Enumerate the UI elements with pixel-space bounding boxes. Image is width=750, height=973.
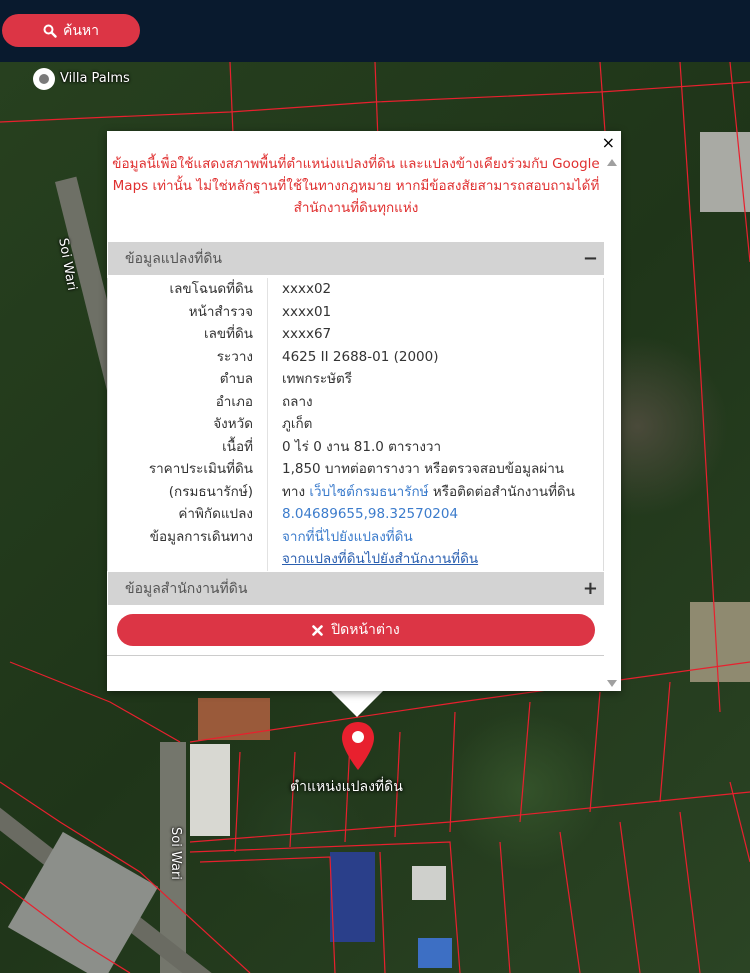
search-icon (43, 24, 57, 38)
route-to-office-link[interactable]: จากแปลงที่ดินไปยังสำนักงานที่ดิน (282, 548, 478, 571)
treasury-website-link[interactable]: เว็บไซต์กรมธนารักษ์ (309, 484, 428, 500)
table-row: หน้าสำรวจ xxxx01 (108, 300, 603, 323)
row-label: หน้าสำรวจ (108, 300, 268, 323)
road-label-lower: Soi Wari (168, 827, 183, 880)
row-label: ราคาประเมินที่ดิน (กรมธนารักษ์) (108, 458, 268, 503)
coordinates-link[interactable]: 8.04689655,98.32570204 (268, 503, 458, 526)
price-value-line2: ทาง เว็บไซต์กรมธนารักษ์ หรือติดต่อสำนักง… (282, 481, 575, 504)
table-row-route: ข้อมูลการเดินทาง จากที่นี่ไปยังแปลงที่ดิ… (108, 525, 603, 571)
table-row: ตำบล เทพกระษัตรี (108, 368, 603, 391)
land-parcel-marker-icon[interactable] (340, 720, 376, 772)
row-value: เทพกระษัตรี (282, 371, 353, 387)
table-row: เลขที่ดิน xxxx67 (108, 323, 603, 346)
place-pin-icon[interactable] (33, 68, 55, 90)
row-value: 4625 II 2688-01 (2000) (282, 348, 439, 365)
price-label-line1: ราคาประเมินที่ดิน (148, 461, 253, 477)
divider (107, 655, 604, 656)
close-window-button[interactable]: ปิดหน้าต่าง (117, 614, 595, 646)
popup-tail (330, 690, 384, 717)
route-label-spacer (108, 548, 253, 571)
price-label-line2: (กรมธนารักษ์) (168, 483, 253, 500)
row-value: xxxx67 (282, 326, 332, 342)
marker-label: ตำแหน่งแปลงที่ดิน (290, 779, 403, 795)
info-popup: × ข้อมูลนี้เพื่อใช้แสดงสภาพพื้นที่ตำแหน่… (107, 131, 621, 691)
row-value: xxxx02 (282, 281, 332, 297)
row-label: ตำบล (108, 368, 268, 391)
row-label: ข้อมูลการเดินทาง (108, 525, 268, 571)
row-value: ถลาง (282, 393, 313, 410)
row-value: 0 ไร่ 0 งาน 81.0 ตารางวา (282, 438, 442, 455)
times-icon (312, 624, 324, 636)
top-bar: ค้นหา (0, 0, 750, 62)
row-value: จากที่นี่ไปยังแปลงที่ดิน จากแปลงที่ดินไป… (268, 526, 478, 571)
land-info-title: ข้อมูลแปลงที่ดิน (125, 250, 223, 267)
search-button[interactable]: ค้นหา (2, 14, 140, 47)
scroll-up-arrow-icon[interactable] (607, 159, 617, 166)
office-info-section: ข้อมูลสำนักงานที่ดิน + (108, 572, 604, 605)
price-value-suffix: หรือติดต่อสำนักงานที่ดิน (428, 483, 576, 500)
row-label: จังหวัด (108, 413, 268, 436)
price-value-line1: 1,850 บาทต่อตารางวา หรือตรวจสอบข้อมูลผ่า… (282, 461, 564, 477)
table-row: เลขโฉนดที่ดิน xxxx02 (108, 278, 603, 301)
row-label: เลขที่ดิน (108, 323, 268, 346)
table-row: อำเภอ ถลาง (108, 390, 603, 413)
row-value: ภูเก็ต (282, 416, 313, 432)
table-row: จังหวัด ภูเก็ต (108, 413, 603, 436)
land-info-table: เลขโฉนดที่ดิน xxxx02 หน้าสำรวจ xxxx01 เล… (107, 278, 604, 571)
office-info-header[interactable]: ข้อมูลสำนักงานที่ดิน + (108, 572, 604, 605)
close-icon[interactable]: × (602, 133, 615, 152)
table-row-price: ราคาประเมินที่ดิน (กรมธนารักษ์) 1,850 บา… (108, 458, 603, 503)
row-label: อำเภอ (108, 390, 268, 413)
row-label: เนื้อที่ (108, 435, 268, 458)
search-button-label: ค้นหา (62, 22, 100, 39)
route-label: ข้อมูลการเดินทาง (149, 528, 253, 545)
scroll-down-arrow-icon[interactable] (607, 680, 617, 687)
table-row-coord: ค่าพิกัดแปลง 8.04689655,98.32570204 (108, 503, 603, 526)
land-info-header[interactable]: ข้อมูลแปลงที่ดิน − (108, 242, 604, 275)
close-window-label: ปิดหน้าต่าง (331, 622, 400, 638)
place-pin-dot (39, 74, 49, 84)
row-label: เลขโฉนดที่ดิน (108, 278, 268, 301)
row-label: ค่าพิกัดแปลง (108, 503, 268, 526)
expand-icon[interactable]: + (583, 578, 598, 599)
land-info-section: ข้อมูลแปลงที่ดิน − (108, 242, 604, 275)
row-value: 1,850 บาทต่อตารางวา หรือตรวจสอบข้อมูลผ่า… (268, 458, 575, 503)
collapse-icon[interactable]: − (583, 248, 598, 269)
table-row: เนื้อที่ 0 ไร่ 0 งาน 81.0 ตารางวา (108, 435, 603, 458)
route-to-parcel-link[interactable]: จากที่นี่ไปยังแปลงที่ดิน (282, 526, 478, 549)
table-row: ระวาง 4625 II 2688-01 (2000) (108, 345, 603, 368)
disclaimer-text: ข้อมูลนี้เพื่อใช้แสดงสภาพพื้นที่ตำแหน่งแ… (112, 156, 600, 216)
office-info-title: ข้อมูลสำนักงานที่ดิน (125, 580, 248, 597)
row-label: ระวาง (108, 345, 268, 368)
place-label[interactable]: Villa Palms (60, 71, 130, 86)
row-value: xxxx01 (282, 303, 332, 320)
price-value-prefix: ทาง (282, 483, 310, 500)
